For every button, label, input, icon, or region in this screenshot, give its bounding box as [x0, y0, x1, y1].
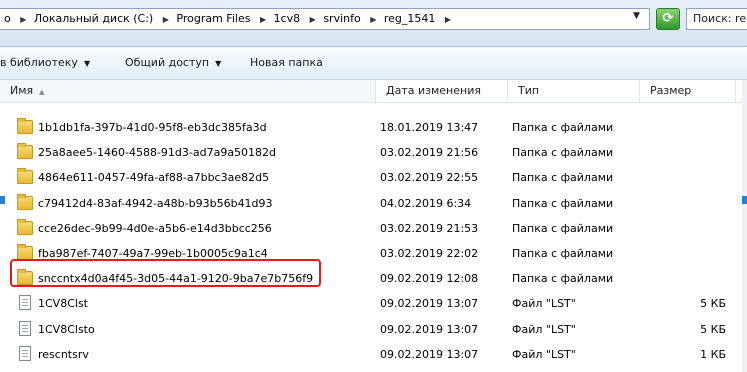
column-date-label: Дата изменения — [386, 84, 481, 97]
file-size — [640, 241, 726, 266]
selection-marker — [742, 196, 747, 204]
column-header-date[interactable]: Дата изменения — [376, 80, 508, 102]
file-type: Папка с файлами — [512, 246, 614, 260]
column-header-size[interactable]: Размер — [640, 80, 736, 102]
chevron-right-icon[interactable]: ▶ — [370, 15, 376, 24]
file-type: Папка с файлами — [512, 171, 614, 185]
breadcrumb-program-files[interactable]: Program Files — [176, 12, 250, 25]
address-history-dropdown-icon[interactable]: ▼ — [633, 11, 640, 21]
refresh-button[interactable]: ⟳ — [656, 8, 680, 30]
file-type: Файл "LST" — [512, 347, 576, 361]
search-input[interactable]: Поиск: re — [686, 8, 747, 30]
share-label: Общий доступ — [125, 56, 210, 69]
new-folder-label: Новая папка — [250, 56, 323, 69]
file-size — [640, 216, 726, 241]
file-size — [640, 115, 726, 140]
file-name: 1b1db1fa-397b-41d0-95f8-eb3dc385fa3d — [38, 121, 267, 134]
folder-icon — [17, 143, 33, 160]
chevron-right-icon[interactable]: ▶ — [310, 15, 316, 24]
column-header-name[interactable]: Имя ▲ — [0, 80, 376, 102]
breadcrumb-1cv8[interactable]: 1cv8 — [274, 12, 301, 25]
file-size — [640, 191, 726, 216]
file-type: Папка с файлами — [512, 221, 614, 235]
list-item[interactable]: 25a8aee5-1460-4588-91d3-ad7a9a50182d 03.… — [0, 140, 747, 165]
library-button[interactable]: в библиотеку ▼ — [0, 56, 90, 69]
folder-icon — [17, 243, 33, 260]
list-item[interactable]: c79412d4-83af-4942-a48b-b93b56b41d93 04.… — [0, 191, 747, 216]
breadcrumb: о ▶ Локальный диск (C:) ▶ Program Files … — [4, 12, 455, 25]
library-label: в библиотеку — [0, 56, 78, 69]
file-name: cce26dec-9b99-4d0e-a5b6-e14d3bbcc256 — [38, 221, 272, 235]
column-header: Имя ▲ Дата изменения Тип Размер — [0, 80, 747, 103]
file-date: 09.02.2019 13:07 — [380, 297, 479, 311]
file-type: Файл "LST" — [512, 322, 576, 336]
column-name-label: Имя — [10, 84, 34, 97]
file-name: c79412d4-83af-4942-a48b-b93b56b41d93 — [38, 196, 273, 210]
file-date: 04.02.2019 6:34 — [380, 196, 472, 210]
file-type: Папка с файлами — [512, 272, 614, 286]
file-size: 5 КБ — [700, 297, 726, 311]
list-item[interactable]: 1CV8Clst 09.02.2019 13:07 Файл "LST" 5 К… — [0, 291, 747, 316]
file-icon — [19, 295, 31, 311]
chevron-right-icon[interactable]: ▶ — [260, 15, 266, 24]
column-type-label: Тип — [518, 84, 540, 97]
chevron-down-icon: ▼ — [83, 59, 91, 68]
file-size: 5 КБ — [700, 322, 726, 336]
column-header-type[interactable]: Тип — [508, 80, 640, 102]
chevron-right-icon[interactable]: ▶ — [163, 15, 169, 24]
file-name: rescntsrv — [38, 347, 89, 361]
folder-icon — [17, 168, 33, 185]
file-date: 09.02.2019 13:07 — [380, 322, 479, 336]
file-date: 03.02.2019 21:56 — [380, 146, 479, 160]
folder-icon — [17, 193, 33, 210]
file-size — [640, 266, 726, 291]
file-date: 09.02.2019 13:07 — [380, 347, 479, 361]
right-edge-strip — [742, 80, 747, 372]
folder-icon — [17, 118, 33, 134]
file-date: 09.02.2019 12:08 — [380, 272, 479, 286]
list-item[interactable]: 4864e611-0457-49fa-af88-a7bbc3ae82d5 03.… — [0, 165, 747, 190]
list-item[interactable]: cce26dec-9b99-4d0e-a5b6-e14d3bbcc256 03.… — [0, 216, 747, 241]
list-item[interactable]: 1CV8Clsto 09.02.2019 13:07 Файл "LST" 5 … — [0, 317, 747, 342]
file-name: 1CV8Clst — [38, 297, 88, 311]
file-date: 03.02.2019 22:02 — [380, 246, 479, 260]
file-icon — [19, 345, 31, 361]
file-list: 1b1db1fa-397b-41d0-95f8-eb3dc385fa3d 18.… — [0, 115, 747, 367]
file-date: 03.02.2019 21:53 — [380, 221, 479, 235]
address-bar-area: о ▶ Локальный диск (C:) ▶ Program Files … — [0, 0, 747, 47]
list-item[interactable]: 1b1db1fa-397b-41d0-95f8-eb3dc385fa3d 18.… — [0, 115, 747, 140]
breadcrumb-local-disk[interactable]: Локальный диск (C:) — [34, 12, 153, 25]
file-type: Папка с файлами — [512, 146, 614, 160]
file-date: 18.01.2019 13:47 — [380, 121, 479, 134]
column-size-label: Размер — [650, 84, 692, 97]
sort-ascending-icon: ▲ — [39, 88, 45, 96]
file-size — [640, 140, 726, 165]
chevron-down-icon: ▼ — [215, 59, 222, 68]
address-bar[interactable]: о ▶ Локальный диск (C:) ▶ Program Files … — [0, 8, 650, 30]
file-name: 25a8aee5-1460-4588-91d3-ad7a9a50182d — [38, 146, 277, 160]
breadcrumb-srvinfo[interactable]: srvinfo — [323, 12, 360, 25]
chevron-right-icon[interactable]: ▶ — [20, 15, 26, 24]
file-icon — [19, 320, 31, 336]
file-type: Папка с файлами — [512, 121, 614, 134]
refresh-icon: ⟳ — [662, 11, 674, 26]
share-button[interactable]: Общий доступ ▼ — [125, 56, 221, 69]
selection-marker — [0, 196, 5, 204]
command-toolbar: в библиотеку ▼ Общий доступ ▼ Новая папка — [0, 47, 747, 80]
chevron-right-icon[interactable]: ▶ — [445, 15, 451, 24]
breadcrumb-fragment[interactable]: о — [4, 12, 11, 25]
file-type: Папка с файлами — [512, 196, 614, 210]
list-item[interactable]: rescntsrv 09.02.2019 13:07 Файл "LST" 1 … — [0, 342, 747, 367]
highlight-annotation — [10, 259, 321, 287]
folder-icon — [17, 218, 33, 235]
file-size — [640, 165, 726, 190]
file-date: 03.02.2019 22:55 — [380, 171, 479, 185]
file-type: Файл "LST" — [512, 297, 576, 311]
search-placeholder: Поиск: re — [693, 12, 747, 25]
breadcrumb-reg-1541[interactable]: reg_1541 — [384, 12, 436, 25]
file-name: 1CV8Clsto — [38, 322, 95, 336]
new-folder-button[interactable]: Новая папка — [250, 56, 323, 69]
file-name: 4864e611-0457-49fa-af88-a7bbc3ae82d5 — [38, 171, 270, 185]
file-size: 1 КБ — [700, 347, 726, 361]
